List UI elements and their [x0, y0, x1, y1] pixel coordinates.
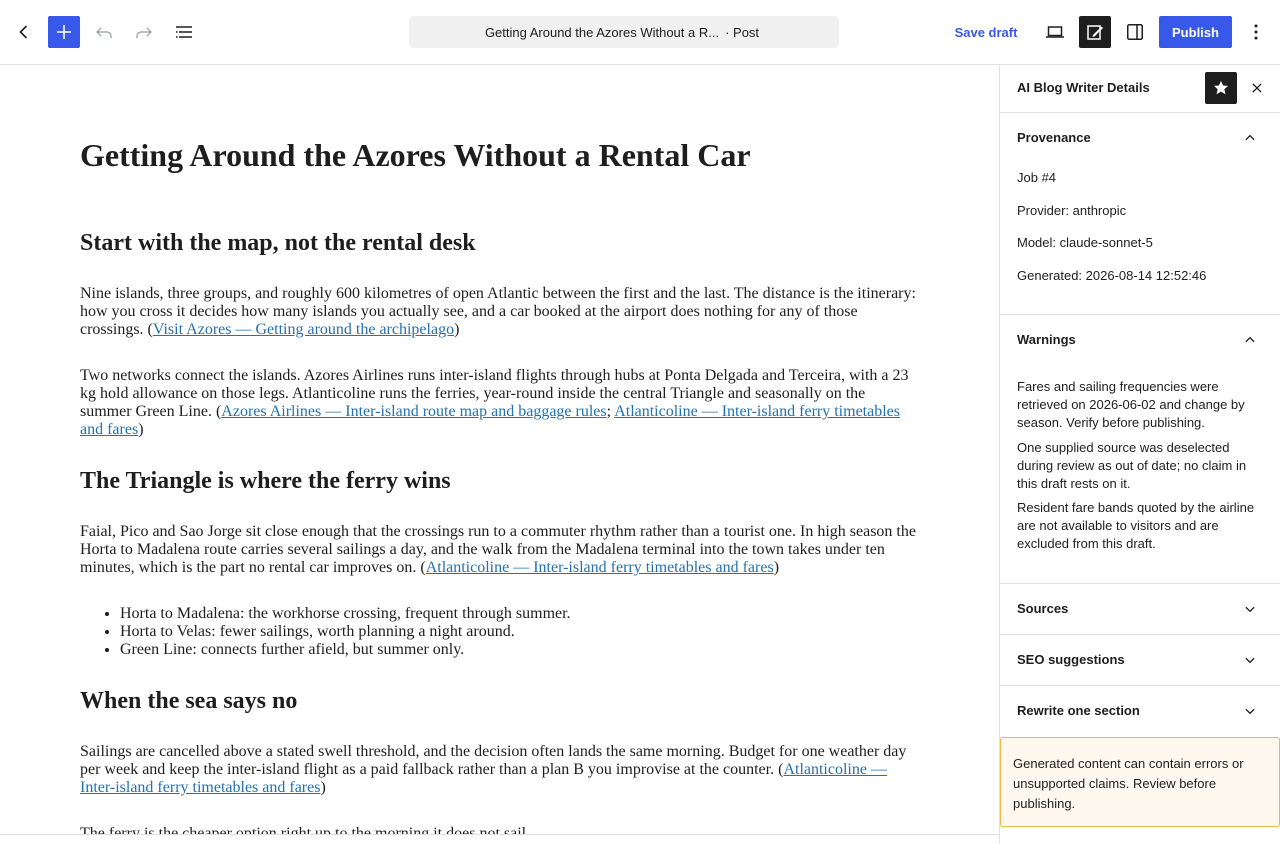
paragraph-text: )	[454, 321, 460, 338]
preview-button[interactable]	[1039, 16, 1071, 48]
chevron-up-icon	[1245, 336, 1255, 343]
chevron-down-icon	[1245, 708, 1255, 715]
publish-button[interactable]: Publish	[1159, 16, 1232, 48]
chevron-up-icon	[1245, 134, 1255, 141]
list-item: Horta to Velas: fewer sailings, worth pl…	[120, 623, 571, 641]
warning-item: One supplied source was deselected durin…	[1017, 440, 1247, 491]
chevron-left-icon	[19, 25, 28, 39]
plus-icon	[57, 25, 71, 39]
warning-item: Resident fare bands quoted by the airlin…	[1017, 500, 1255, 551]
source-link[interactable]: Atlanticoline — Inter-island ferry timet…	[426, 559, 774, 576]
paragraph-block[interactable]: Sailings are cancelled above a stated sw…	[80, 743, 920, 797]
document-overview-button[interactable]	[168, 16, 200, 48]
panel-rewrite-toggle[interactable]: Rewrite one section	[1000, 686, 1280, 737]
panel-sources-toggle[interactable]: Sources	[1000, 584, 1280, 635]
model: Model: claude-sonnet-5	[1017, 235, 1153, 250]
warning-notice: Generated content can contain errors or …	[1000, 737, 1280, 827]
panel-label: Rewrite one section	[1017, 703, 1140, 718]
generated-timestamp: Generated: 2026-08-14 12:52:46	[1017, 268, 1207, 283]
list-item: Green Line: connects further afield, but…	[120, 641, 571, 659]
heading-block[interactable]: The Triangle is where the ferry wins	[80, 467, 451, 495]
paragraph-text: )	[320, 779, 326, 796]
editor-footer	[0, 834, 999, 844]
sidebar-header: AI Blog Writer Details	[1000, 65, 1280, 113]
editor-canvas[interactable]: Getting Around the Azores Without a Rent…	[0, 65, 999, 834]
job-id: Job #4	[1017, 170, 1057, 185]
paragraph-block[interactable]: Two networks connect the islands. Azores…	[80, 367, 920, 439]
post-title[interactable]: Getting Around the Azores Without a Rent…	[80, 137, 751, 173]
add-block-button[interactable]	[48, 16, 80, 48]
back-button[interactable]	[8, 16, 40, 48]
chevron-down-icon	[1245, 657, 1255, 664]
ai-writer-sidebar: AI Blog Writer Details Provenance Job #4…	[999, 65, 1280, 844]
panel-label: Warnings	[1017, 332, 1076, 347]
source-link[interactable]: Azores Airlines — Inter-island route map…	[221, 403, 606, 420]
provider: Provider: anthropic	[1017, 203, 1127, 218]
sidebar-title: AI Blog Writer Details	[1017, 80, 1150, 95]
sidebar-icon	[1127, 24, 1143, 40]
panel-seo-toggle[interactable]: SEO suggestions	[1000, 635, 1280, 686]
document-type: · Post	[725, 24, 760, 40]
options-button[interactable]	[1240, 16, 1272, 48]
undo-icon	[95, 27, 112, 38]
paragraph-text: )	[138, 421, 144, 438]
paragraph-block[interactable]: The ferry is the cheaper option right up…	[80, 825, 920, 834]
heading-block[interactable]: Start with the map, not the rental desk	[80, 229, 476, 257]
panel-provenance-toggle[interactable]: Provenance	[1000, 113, 1280, 164]
edit-icon	[1087, 25, 1103, 40]
heading-block[interactable]: When the sea says no	[80, 687, 297, 715]
list-block[interactable]: Horta to Madalena: the workhorse crossin…	[120, 605, 571, 659]
panel-label: Provenance	[1017, 130, 1091, 145]
redo-button[interactable]	[128, 16, 160, 48]
editor-header: Getting Around the Azores Without a R...…	[0, 0, 1280, 65]
paragraph-block[interactable]: Faial, Pico and Sao Jorge sit close enou…	[80, 523, 920, 577]
document-title: Getting Around the Azores Without a R...	[484, 24, 720, 40]
undo-button[interactable]	[88, 16, 120, 48]
panel-warnings-toggle[interactable]: Warnings	[1000, 315, 1280, 366]
paragraph-text: )	[773, 559, 780, 576]
close-icon	[1252, 83, 1262, 93]
laptop-icon	[1046, 26, 1064, 38]
save-draft-button[interactable]: Save draft	[944, 16, 1028, 48]
close-sidebar-button[interactable]	[1241, 72, 1273, 104]
panel-label: Sources	[1017, 601, 1069, 616]
panel-label: SEO suggestions	[1017, 652, 1125, 667]
list-view-icon	[176, 26, 192, 38]
warning-item: Fares and sailing frequencies were retri…	[1017, 379, 1245, 430]
redo-icon	[136, 27, 153, 38]
list-item: Horta to Madalena: the workhorse crossin…	[120, 605, 571, 623]
star-icon	[1213, 80, 1229, 95]
document-title-bar[interactable]: Getting Around the Azores Without a R...…	[409, 16, 839, 48]
settings-button[interactable]	[1119, 16, 1151, 48]
pin-button[interactable]	[1205, 72, 1237, 104]
source-link[interactable]: Visit Azores — Getting around the archip…	[153, 321, 454, 338]
ai-writer-button[interactable]	[1079, 16, 1111, 48]
paragraph-block[interactable]: Nine islands, three groups, and roughly …	[80, 285, 920, 339]
chevron-down-icon	[1245, 606, 1255, 613]
more-vertical-icon	[1254, 24, 1258, 40]
